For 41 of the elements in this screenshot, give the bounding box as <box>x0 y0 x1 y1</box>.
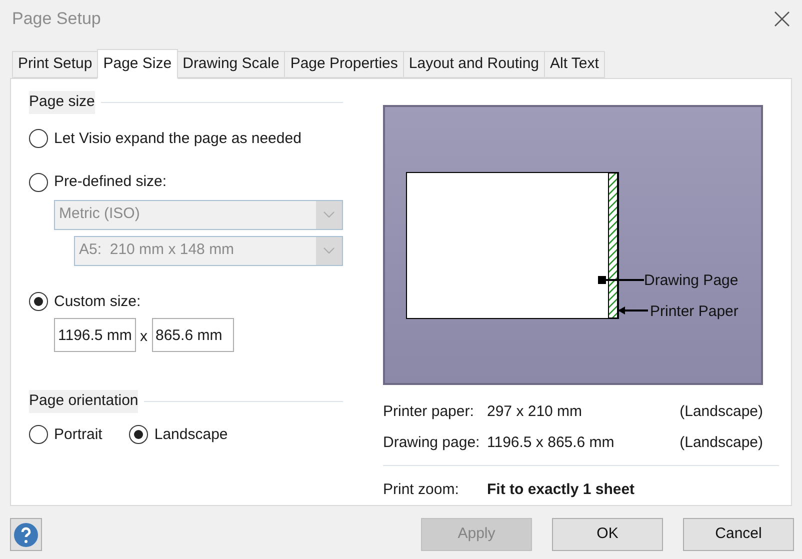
dropdown-value: Metric (ISO) <box>58 204 141 224</box>
chevron-down-icon <box>316 200 342 228</box>
tab[interactable]: Drawing Scale <box>176 51 286 78</box>
width-input[interactable]: 1196.5 mm <box>54 318 136 352</box>
tab[interactable]: Print Setup <box>12 51 98 78</box>
radio-button[interactable] <box>29 172 48 192</box>
tab[interactable]: Page Size <box>97 49 178 79</box>
group-heading: Page orientation <box>29 390 138 412</box>
radio-button[interactable] <box>29 425 48 444</box>
info-orientation: (Landscape) <box>680 432 763 452</box>
option-label: Let Visio expand the page as needed <box>54 128 302 148</box>
group-heading: Page size <box>29 91 95 114</box>
radio-button[interactable] <box>29 129 48 148</box>
dialog-button[interactable]: Cancel <box>683 518 794 551</box>
separator-text: x <box>140 326 148 346</box>
option-label: Portrait <box>54 424 102 444</box>
window-title: Page Setup <box>12 8 101 30</box>
dialog-button[interactable]: OK <box>552 518 663 551</box>
help-icon <box>14 522 38 546</box>
option-label: Custom size: <box>54 292 141 312</box>
info-label: Drawing page: <box>383 432 481 452</box>
height-input[interactable]: 865.6 mm <box>152 318 234 352</box>
help-button[interactable] <box>10 518 42 551</box>
tab[interactable]: Layout and Routing <box>402 51 546 78</box>
drawing-page-label: Drawing Page <box>644 271 738 291</box>
info-label: Printer paper: <box>383 402 475 422</box>
tab[interactable]: Page Properties <box>284 51 404 78</box>
info-orientation: (Landscape) <box>680 402 763 422</box>
option-label: Pre-defined size: <box>54 172 167 192</box>
print-zoom-label: Print zoom: <box>383 480 460 500</box>
info-value: 297 x 210 mm <box>487 402 584 422</box>
chevron-down-icon <box>316 236 342 264</box>
printer-paper-label: Printer Paper <box>650 302 738 322</box>
dropdown-value: A5: 210 mm x 148 mm <box>78 240 236 260</box>
tab[interactable]: Alt Text <box>544 51 605 78</box>
option-label: Landscape <box>154 424 228 444</box>
print-zoom-value: Fit to exactly 1 sheet <box>487 480 635 500</box>
radio-button[interactable] <box>29 292 48 312</box>
close-icon[interactable] <box>772 9 792 29</box>
info-value: 1196.5 x 865.6 mm <box>487 432 616 452</box>
radio-button[interactable] <box>129 425 148 444</box>
